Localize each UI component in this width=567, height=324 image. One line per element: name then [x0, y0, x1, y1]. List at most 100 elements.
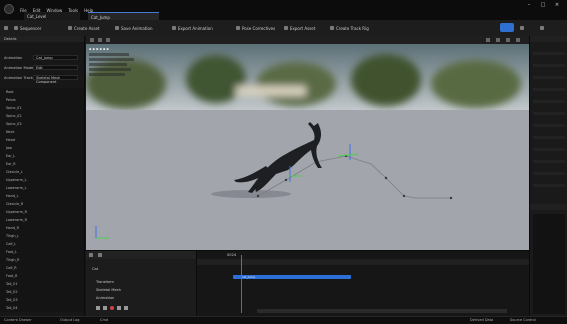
tree-item[interactable]: Foot_L — [6, 250, 17, 254]
animation-track-field[interactable]: Skeletal Mesh Component — [33, 75, 78, 84]
close-icon[interactable]: × — [552, 2, 562, 10]
tree-item[interactable]: Hand_R — [6, 226, 19, 230]
toolbar-create-asset-label: Create Asset — [74, 25, 100, 31]
grid-snap-icon[interactable] — [486, 38, 490, 42]
right-panel-row[interactable] — [533, 160, 565, 163]
lit-mode-icon[interactable] — [106, 38, 110, 42]
right-panel-row[interactable] — [533, 52, 565, 55]
step-forward-icon[interactable] — [117, 306, 121, 310]
animation-mode-dropdown[interactable]: Edit — [33, 65, 78, 70]
tree-item[interactable]: Root — [6, 90, 14, 94]
stats-overlay-line — [89, 53, 129, 56]
tree-item[interactable]: Spine_02 — [6, 114, 22, 118]
viewport[interactable]: ▪ ▪ ▪ ▪ ▪ ▪ — [86, 44, 529, 250]
sequencer-track-label[interactable]: Cat — [92, 267, 98, 271]
timeline-scrollbar[interactable] — [257, 309, 507, 313]
tree-item[interactable]: Ear_R — [6, 162, 16, 166]
animation-section[interactable]: Cat_Jump — [233, 275, 351, 279]
right-panel-header — [530, 36, 567, 42]
right-panel-row[interactable] — [533, 172, 565, 175]
trajectory-key[interactable] — [384, 176, 388, 180]
right-panel-list[interactable] — [533, 214, 565, 314]
toolbar-create-track-rig[interactable]: Create Track Rig — [330, 24, 369, 32]
tree-item[interactable]: Tail_01 — [6, 282, 17, 286]
trajectory-key[interactable] — [449, 196, 453, 200]
tree-item[interactable]: Calf_L — [6, 242, 16, 246]
content-drawer-button[interactable]: Content Drawer — [4, 318, 32, 322]
toolbar-create-asset[interactable]: Create Asset — [68, 24, 100, 32]
sequencer-track-header — [86, 251, 196, 259]
tree-item[interactable]: Jaw — [6, 146, 12, 150]
rotation-snap-icon[interactable] — [496, 38, 500, 42]
right-panel-row[interactable] — [533, 88, 565, 91]
animation-field[interactable]: Cat_Jump — [33, 55, 78, 60]
tree-item[interactable]: Calf_R — [6, 266, 17, 270]
cmd-input[interactable]: Cmd — [100, 318, 108, 322]
tree-item[interactable]: Thigh_R — [6, 258, 20, 262]
viewport-menu-icon[interactable] — [90, 38, 94, 42]
playhead[interactable] — [241, 255, 242, 313]
play-button[interactable] — [500, 23, 514, 32]
tree-item[interactable]: Clavicle_L — [6, 170, 23, 174]
tree-item[interactable]: Pelvis — [6, 98, 16, 102]
sequencer-track-label[interactable]: Animation — [96, 296, 114, 300]
tree-item[interactable]: Ear_L — [6, 154, 15, 158]
toolbar-save-animation[interactable]: Save Animation — [115, 24, 152, 32]
skip-back-icon[interactable] — [96, 306, 100, 310]
right-panel-row[interactable] — [533, 184, 565, 187]
add-track-icon[interactable] — [89, 253, 93, 257]
tree-item[interactable]: Lowerarm_L — [6, 186, 26, 190]
pose-correctives-icon — [236, 26, 240, 30]
sequencer-track-list: Cat Transform Skeletal Mesh Animation — [86, 251, 197, 317]
tree-item[interactable]: Neck — [6, 130, 14, 134]
tree-item[interactable]: Upperarm_L — [6, 178, 27, 182]
skip-forward-icon[interactable] — [124, 306, 128, 310]
toolbar-pose-correctives[interactable]: Pose Correctives — [236, 24, 275, 32]
tab-level[interactable]: Cat_Level — [24, 12, 80, 20]
right-panel-row[interactable] — [533, 64, 565, 67]
tree-item[interactable]: Tail_04 — [6, 306, 17, 310]
tree-item[interactable]: Hand_L — [6, 194, 19, 198]
trajectory-key[interactable] — [284, 178, 288, 182]
settings-icon[interactable] — [520, 24, 524, 32]
right-panel-row[interactable] — [533, 76, 565, 79]
camera-speed-icon[interactable] — [516, 38, 520, 42]
toolbar-sequencer[interactable]: Sequencer — [14, 24, 41, 32]
trajectory-key[interactable] — [402, 194, 406, 198]
save-icon[interactable] — [4, 24, 8, 32]
maximize-icon[interactable]: □ — [538, 2, 548, 10]
tree-item[interactable]: Head — [6, 138, 15, 142]
more-options-icon[interactable] — [540, 24, 544, 32]
tree-item[interactable]: Lowerarm_R — [6, 218, 27, 222]
tree-item[interactable]: Clavicle_R — [6, 202, 23, 206]
tree-item[interactable]: Spine_01 — [6, 106, 22, 110]
scale-snap-icon[interactable] — [506, 38, 510, 42]
right-panel-row[interactable] — [533, 136, 565, 139]
right-panel-row[interactable] — [533, 112, 565, 115]
play-icon[interactable] — [110, 306, 114, 310]
trajectory-key[interactable] — [256, 194, 260, 198]
tree-item[interactable]: Tail_02 — [6, 290, 17, 294]
right-panel-row[interactable] — [533, 100, 565, 103]
timeline-ruler[interactable] — [197, 259, 529, 265]
tree-item[interactable]: Thigh_L — [6, 234, 19, 238]
derived-data-button[interactable]: Derived Data — [470, 318, 493, 322]
filter-icon[interactable] — [98, 253, 102, 257]
tree-item[interactable]: Tail_03 — [6, 298, 17, 302]
tree-item[interactable]: Upperarm_R — [6, 210, 27, 214]
right-panel-row[interactable] — [533, 124, 565, 127]
source-control-button[interactable]: Source Control — [510, 318, 536, 322]
tree-item[interactable]: Foot_R — [6, 274, 17, 278]
toolbar-export-asset[interactable]: Export Asset — [284, 24, 315, 32]
minimize-icon[interactable]: – — [524, 2, 534, 10]
output-log-button[interactable]: Output Log — [60, 318, 80, 322]
perspective-icon[interactable] — [98, 38, 102, 42]
sequencer-timeline[interactable]: 0024 Cat_Jump — [197, 251, 529, 317]
sequencer-track-label[interactable]: Transform — [96, 280, 114, 284]
sequencer-track-label[interactable]: Skeletal Mesh — [96, 288, 121, 292]
right-panel-row[interactable] — [533, 148, 565, 151]
toolbar-export-animation[interactable]: Export Animation — [172, 24, 213, 32]
tree-item[interactable]: Spine_03 — [6, 122, 22, 126]
step-back-icon[interactable] — [103, 306, 107, 310]
right-panel — [529, 36, 567, 316]
